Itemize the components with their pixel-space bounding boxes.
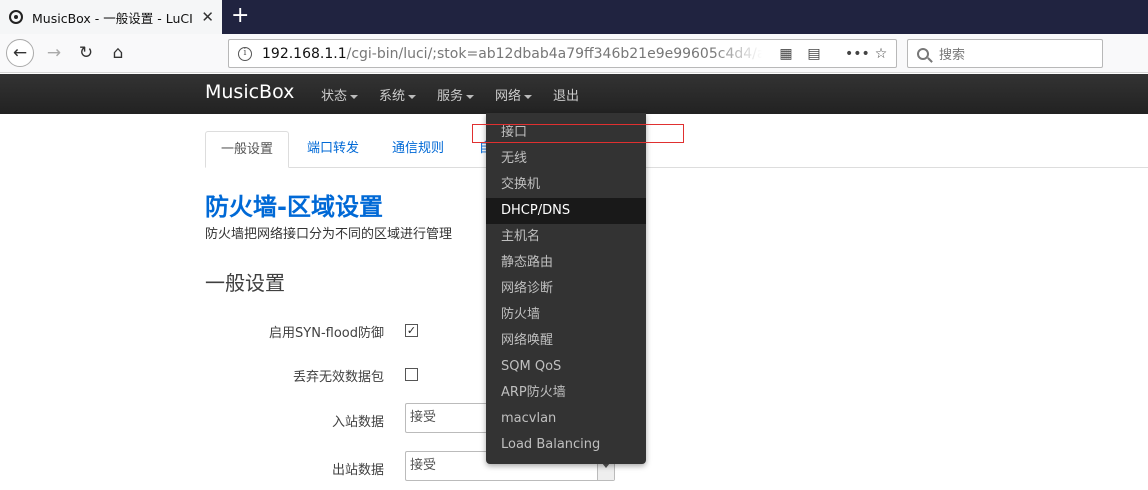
input-policy-value: 接受 (410, 410, 437, 425)
site-favicon-icon (9, 10, 23, 24)
dropdown-item-dhcp-dns[interactable]: DHCP/DNS (486, 198, 646, 224)
caret-down-icon (408, 94, 417, 99)
navigation-toolbar: ← → ↻ ⌂ i 192.168.1.1/cgi-bin/luci/;stok… (0, 34, 1148, 73)
caret-down-icon (466, 94, 475, 99)
tab-port-forwarding[interactable]: 端口转发 (292, 131, 374, 168)
menu-system[interactable]: 系统 (379, 85, 417, 104)
checkmark-icon: ✓ (406, 324, 417, 337)
section-title: 一般设置 (205, 271, 285, 295)
menu-status[interactable]: 状态 (321, 85, 359, 104)
dropdown-item-macvlan[interactable]: macvlan (486, 406, 646, 432)
url-text[interactable]: 192.168.1.1/cgi-bin/luci/;stok=ab12dbab4… (262, 46, 762, 62)
output-policy-value: 接受 (410, 458, 437, 473)
drop-invalid-label: 丢弃无效数据包 (292, 370, 384, 385)
network-dropdown-menu: 接口 无线 交换机 DHCP/DNS 主机名 静态路由 网络诊断 防火墙 网络唤… (486, 113, 646, 464)
syn-flood-label: 启用SYN-flood防御 (269, 326, 384, 341)
caret-down-icon (350, 94, 359, 99)
caret-down-icon (524, 94, 533, 99)
home-icon[interactable]: ⌂ (104, 39, 132, 67)
brand-logo[interactable]: MusicBox (205, 81, 294, 103)
dropdown-item-wake-on-lan[interactable]: 网络唤醒 (486, 328, 646, 354)
qr-code-icon[interactable]: ▦ (778, 46, 794, 62)
forward-arrow-icon[interactable]: → (40, 39, 68, 67)
address-bar[interactable]: i 192.168.1.1/cgi-bin/luci/;stok=ab12dba… (228, 39, 897, 68)
luci-top-nav: MusicBox 状态 系统 服务 网络 退出 (0, 74, 1148, 114)
dropdown-item-load-balancing[interactable]: Load Balancing (486, 432, 646, 458)
syn-flood-checkbox[interactable]: ✓ (405, 324, 418, 337)
dropdown-item-switch[interactable]: 交换机 (486, 172, 646, 198)
page-description: 防火墙把网络接口分为不同的区域进行管理 (205, 227, 453, 242)
tab-traffic-rules[interactable]: 通信规则 (377, 131, 459, 168)
menu-logout[interactable]: 退出 (553, 85, 579, 104)
close-tab-icon[interactable]: ✕ (201, 8, 214, 26)
dropdown-item-diagnostics[interactable]: 网络诊断 (486, 276, 646, 302)
page-title: 防火墙-区域设置 (205, 193, 383, 221)
dropdown-item-static-routes[interactable]: 静态路由 (486, 250, 646, 276)
back-arrow-icon[interactable]: ← (6, 39, 34, 67)
browser-tab-strip: MusicBox - 一般设置 - LuCI ✕ + (0, 0, 1148, 34)
menu-services[interactable]: 服务 (437, 85, 475, 104)
dropdown-item-wireless[interactable]: 无线 (486, 146, 646, 172)
drop-invalid-checkbox[interactable] (405, 368, 418, 381)
bookmark-star-icon[interactable]: ☆ (873, 46, 889, 62)
dropdown-item-firewall[interactable]: 防火墙 (486, 302, 646, 328)
browser-tab[interactable]: MusicBox - 一般设置 - LuCI ✕ (0, 0, 222, 34)
new-tab-icon[interactable]: + (231, 3, 249, 29)
output-policy-label: 出站数据 (331, 463, 384, 478)
dropdown-item-arp-firewall[interactable]: ARP防火墙 (486, 380, 646, 406)
page-actions-icon[interactable]: ••• (845, 46, 870, 62)
tab-title: MusicBox - 一般设置 - LuCI (32, 10, 193, 26)
reload-icon[interactable]: ↻ (72, 39, 100, 67)
search-placeholder: 搜索 (939, 48, 966, 63)
reader-view-icon[interactable]: ▤ (806, 46, 822, 62)
menu-network[interactable]: 网络 (495, 85, 533, 104)
input-policy-label: 入站数据 (331, 415, 384, 430)
site-info-icon[interactable]: i (238, 46, 252, 61)
tab-general-settings[interactable]: 一般设置 (205, 131, 290, 168)
search-icon (917, 47, 929, 60)
dropdown-item-hostnames[interactable]: 主机名 (486, 224, 646, 250)
dropdown-item-sqm-qos[interactable]: SQM QoS (486, 354, 646, 380)
annotation-highlight-box (472, 124, 684, 143)
search-input[interactable]: 搜索 (907, 39, 1103, 68)
